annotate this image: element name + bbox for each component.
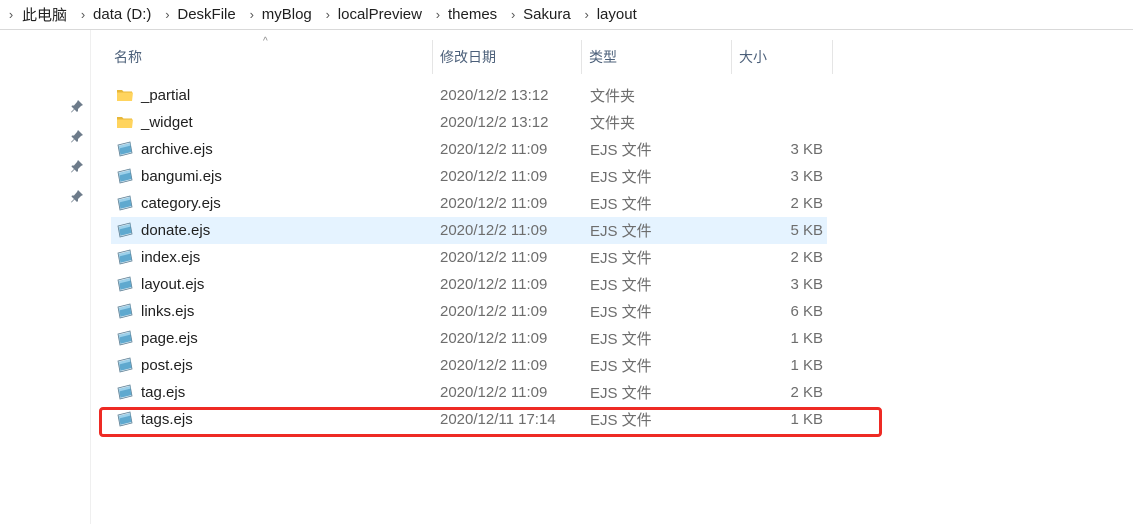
column-header-type[interactable]: 类型 [583, 40, 732, 74]
chevron-right-icon[interactable]: › [0, 7, 22, 22]
file-name: layout.ejs [141, 276, 205, 293]
file-date: 2020/12/2 11:09 [440, 168, 548, 185]
file-icon [116, 276, 134, 292]
file-icon [116, 303, 134, 319]
file-row[interactable]: layout.ejs 2020/12/2 11:09 EJS 文件 3 KB [111, 271, 827, 298]
file-size: 1 KB [790, 330, 823, 347]
file-icon [116, 384, 134, 400]
column-header-size[interactable]: 大小 [733, 40, 833, 74]
file-type: EJS 文件 [590, 250, 652, 267]
file-type: 文件夹 [590, 88, 636, 105]
file-row[interactable]: links.ejs 2020/12/2 11:09 EJS 文件 6 KB [111, 298, 827, 325]
file-type: EJS 文件 [590, 169, 652, 186]
file-row[interactable]: tag.ejs 2020/12/2 11:09 EJS 文件 2 KB [111, 379, 827, 406]
file-type: EJS 文件 [590, 331, 652, 348]
file-row[interactable]: bangumi.ejs 2020/12/2 11:09 EJS 文件 3 KB [111, 163, 827, 190]
file-date: 2020/12/2 11:09 [440, 276, 548, 293]
file-size: 1 KB [790, 357, 823, 374]
file-row[interactable]: _widget 2020/12/2 13:12 文件夹 [111, 109, 827, 136]
column-header-name[interactable]: 名称 [108, 40, 433, 74]
file-icon [116, 168, 134, 184]
file-row[interactable]: category.ejs 2020/12/2 11:09 EJS 文件 2 KB [111, 190, 827, 217]
file-size: 6 KB [790, 303, 823, 320]
file-type: 文件夹 [590, 115, 636, 132]
address-bar[interactable]: › 此电脑 › data (D:) › DeskFile › myBlog › local… [0, 0, 1133, 30]
file-icon [116, 330, 134, 346]
file-row[interactable]: archive.ejs 2020/12/2 11:09 EJS 文件 3 KB [111, 136, 827, 163]
file-name: archive.ejs [141, 141, 213, 158]
file-date: 2020/12/2 11:09 [440, 249, 548, 266]
breadcrumb-item-layout[interactable]: › layout [577, 0, 643, 29]
pin-icon[interactable] [70, 129, 84, 143]
file-date: 2020/12/2 11:09 [440, 303, 548, 320]
file-type: EJS 文件 [590, 223, 652, 240]
chevron-right-icon[interactable]: › [73, 7, 93, 22]
file-date: 2020/12/2 13:12 [440, 87, 549, 104]
file-date: 2020/12/2 11:09 [440, 222, 548, 239]
pin-icon[interactable] [70, 189, 84, 203]
file-date: 2020/12/2 11:09 [440, 195, 548, 212]
pin-icon[interactable] [70, 99, 84, 113]
file-icon [116, 357, 134, 373]
file-name: post.ejs [141, 357, 193, 374]
file-name: category.ejs [141, 195, 221, 212]
breadcrumb-item-data-d[interactable]: › data (D:) [73, 0, 157, 29]
file-size: 2 KB [790, 249, 823, 266]
chevron-right-icon[interactable]: › [157, 7, 177, 22]
file-size: 5 KB [790, 222, 823, 239]
chevron-right-icon[interactable]: › [577, 7, 597, 22]
folder-icon [116, 114, 134, 130]
file-type: EJS 文件 [590, 142, 652, 159]
chevron-right-icon[interactable]: › [428, 7, 448, 22]
file-name: bangumi.ejs [141, 168, 222, 185]
file-name: index.ejs [141, 249, 201, 266]
breadcrumb-item-deskfile[interactable]: › DeskFile [157, 0, 241, 29]
file-type: EJS 文件 [590, 196, 652, 213]
file-date: 2020/12/2 11:09 [440, 357, 548, 374]
file-row[interactable]: post.ejs 2020/12/2 11:09 EJS 文件 1 KB [111, 352, 827, 379]
breadcrumb-item-sakura[interactable]: › Sakura [503, 0, 577, 29]
pin-icon[interactable] [70, 159, 84, 173]
file-name: donate.ejs [141, 222, 211, 239]
breadcrumb-item-themes[interactable]: › themes [428, 0, 503, 29]
file-row[interactable]: index.ejs 2020/12/2 11:09 EJS 文件 2 KB [111, 244, 827, 271]
breadcrumb-item-myblog[interactable]: › myBlog [242, 0, 318, 29]
file-icon [116, 195, 134, 211]
file-date: 2020/12/2 11:09 [440, 141, 548, 158]
column-header-date[interactable]: 修改日期 [434, 40, 582, 74]
chevron-right-icon[interactable]: › [503, 7, 523, 22]
highlight-annotation [99, 407, 882, 437]
file-row[interactable]: donate.ejs 2020/12/2 11:09 EJS 文件 5 KB [111, 217, 827, 244]
file-icon [116, 141, 134, 157]
file-row[interactable]: page.ejs 2020/12/2 11:09 EJS 文件 1 KB [111, 325, 827, 352]
file-size: 2 KB [790, 384, 823, 401]
file-size: 3 KB [790, 276, 823, 293]
file-type: EJS 文件 [590, 277, 652, 294]
file-size: 3 KB [790, 141, 823, 158]
chevron-right-icon[interactable]: › [242, 7, 262, 22]
breadcrumb-item-localpreview[interactable]: › localPreview [318, 0, 428, 29]
file-name: page.ejs [141, 330, 198, 347]
file-type: EJS 文件 [590, 304, 652, 321]
chevron-right-icon[interactable]: › [318, 7, 338, 22]
file-icon [116, 249, 134, 265]
file-size: 3 KB [790, 168, 823, 185]
file-name: links.ejs [141, 303, 195, 320]
file-name: _widget [141, 114, 193, 131]
file-name: _partial [141, 87, 191, 104]
breadcrumb-item-this-pc[interactable]: › 此电脑 [0, 0, 73, 29]
file-type: EJS 文件 [590, 385, 652, 402]
file-date: 2020/12/2 13:12 [440, 114, 549, 131]
file-row[interactable]: _partial 2020/12/2 13:12 文件夹 [111, 82, 827, 109]
folder-icon [116, 87, 134, 103]
file-name: tag.ejs [141, 384, 186, 401]
file-list: _partial 2020/12/2 13:12 文件夹 _widget 2020/12… [111, 82, 827, 433]
file-icon [116, 222, 134, 238]
file-size: 2 KB [790, 195, 823, 212]
navigation-pane [0, 30, 91, 524]
file-date: 2020/12/2 11:09 [440, 330, 548, 347]
file-type: EJS 文件 [590, 358, 652, 375]
file-date: 2020/12/2 11:09 [440, 384, 548, 401]
